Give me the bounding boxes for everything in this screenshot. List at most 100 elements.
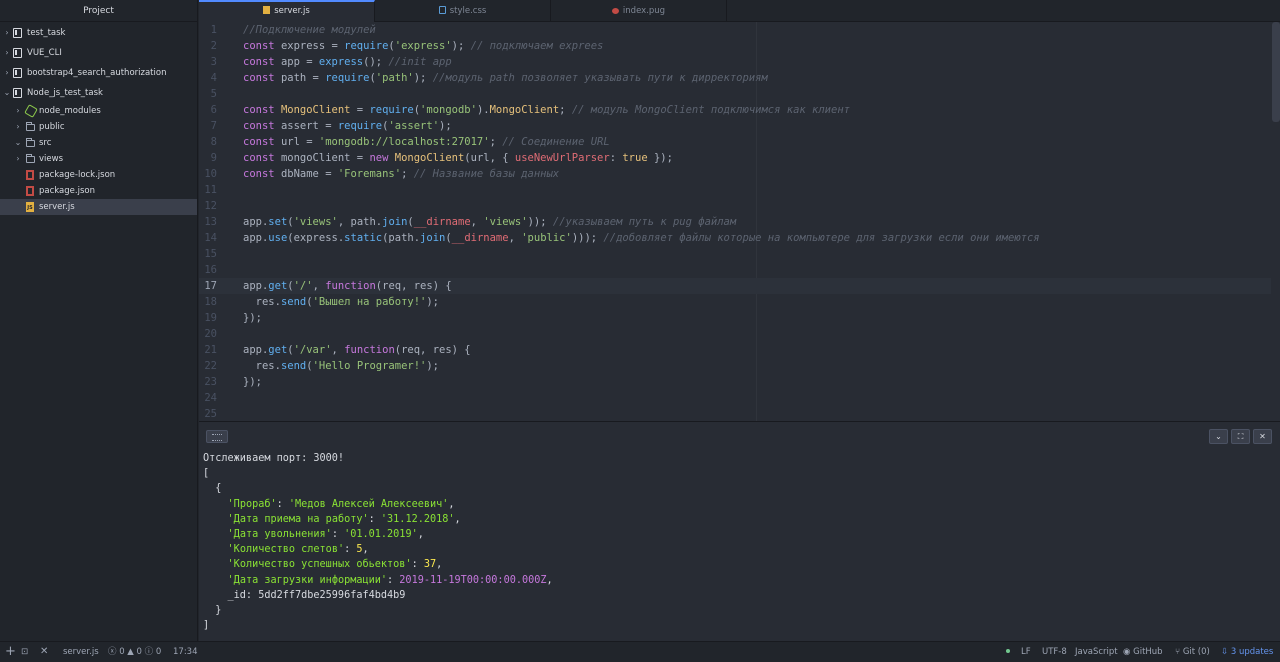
code-line[interactable]: 12	[199, 198, 1271, 214]
code-line[interactable]: 15	[199, 246, 1271, 262]
chevron-right-icon[interactable]: ›	[13, 151, 23, 167]
github-button[interactable]: ◉ GitHub	[1123, 642, 1163, 662]
tree-item-package-json[interactable]: package.json	[0, 183, 197, 199]
code-text[interactable]: });	[243, 374, 262, 390]
chevron-down-icon[interactable]: ⌄	[13, 135, 23, 151]
status-diagnostics[interactable]: ⓧ 0 ▲ 0 ⓘ 0	[108, 642, 161, 662]
line-number[interactable]: 19	[199, 310, 217, 326]
code-text[interactable]: const dbName = 'Foremans'; // Название б…	[243, 166, 559, 182]
line-number[interactable]: 1	[199, 22, 217, 38]
status-file-name[interactable]: server.js	[63, 642, 99, 662]
code-editor[interactable]: 1 //Подключение модулей 2 const express = r…	[199, 22, 1280, 421]
chevron-down-icon[interactable]: ⌄	[1209, 429, 1228, 444]
tree-item-views[interactable]: › views	[0, 151, 197, 167]
code-line[interactable]: 16	[199, 262, 1271, 278]
close-icon[interactable]: ✕	[1253, 429, 1272, 444]
keyboard-icon[interactable]	[206, 430, 228, 443]
chevron-down-icon[interactable]: ⌄	[2, 83, 12, 103]
project-vue-cli[interactable]: › VUE_CLI	[0, 43, 197, 63]
code-line[interactable]: 14 app.use(express.static(path.join(__dir…	[199, 230, 1271, 246]
line-number[interactable]: 13	[199, 214, 217, 230]
line-number[interactable]: 18	[199, 294, 217, 310]
code-text[interactable]: //Подключение модулей	[243, 22, 376, 38]
maximize-icon[interactable]: ⛶	[1231, 429, 1250, 444]
line-number[interactable]: 15	[199, 246, 217, 262]
code-line[interactable]: 19});	[199, 310, 1271, 326]
tree-item-server-js[interactable]: JS server.js	[0, 199, 197, 215]
tree-item-public[interactable]: › public	[0, 119, 197, 135]
project-test-task[interactable]: › test_task	[0, 23, 197, 43]
line-number[interactable]: 7	[199, 118, 217, 134]
line-number[interactable]: 12	[199, 198, 217, 214]
code-line[interactable]: 13 app.set('views', path.join(__dirname, …	[199, 214, 1271, 230]
line-number[interactable]: 21	[199, 342, 217, 358]
line-number[interactable]: 14	[199, 230, 217, 246]
code-line[interactable]: 6 const MongoClient = require('mongodb').…	[199, 102, 1271, 118]
tab-index-pug[interactable]: index.pug	[551, 0, 727, 22]
chevron-right-icon[interactable]: ›	[2, 23, 12, 43]
tab-server-js[interactable]: server.js	[199, 0, 375, 22]
code-line[interactable]: 9 const mongoClient = new MongoClient(url…	[199, 150, 1271, 166]
status-encoding[interactable]: UTF-8	[1042, 642, 1067, 662]
code-text[interactable]: res.send('Hello Programer!');	[243, 358, 439, 374]
line-number[interactable]: 10	[199, 166, 217, 182]
code-line[interactable]: 22 res.send('Hello Programer!');	[199, 358, 1271, 374]
terminal-panel[interactable]: ⌄ ⛶ ✕ Отслеживаем порт: 3000! [ { 'Прораб…	[199, 422, 1280, 641]
code-text[interactable]: app.use(express.static(path.join(__dirna…	[243, 230, 1040, 246]
line-number[interactable]: 24	[199, 390, 217, 406]
line-number[interactable]: 22	[199, 358, 217, 374]
line-number[interactable]: 23	[199, 374, 217, 390]
tree-item-node-modules[interactable]: › node_modules	[0, 103, 197, 119]
line-number[interactable]: 8	[199, 134, 217, 150]
code-line[interactable]: 21 app.get('/var', function(req, res) {	[199, 342, 1271, 358]
chevron-right-icon[interactable]: ›	[13, 103, 23, 119]
code-line[interactable]: 10 const dbName = 'Foremans'; // Название…	[199, 166, 1271, 182]
code-line[interactable]: 20	[199, 326, 1271, 342]
code-line[interactable]: 5	[199, 86, 1271, 102]
code-text[interactable]: });	[243, 310, 262, 326]
code-line[interactable]: 17 app.get('/', function(req, res) {	[199, 278, 1271, 294]
code-line[interactable]: 4 const path = require('path'); //модуль …	[199, 70, 1271, 86]
line-number[interactable]: 6	[199, 102, 217, 118]
tab-style-css[interactable]: style.css	[375, 0, 551, 22]
line-number[interactable]: 25	[199, 406, 217, 421]
code-text[interactable]: app.get('/', function(req, res) {	[243, 278, 452, 294]
code-line[interactable]: 25	[199, 406, 1271, 421]
status-grammar[interactable]: JavaScript	[1075, 642, 1118, 662]
git-button[interactable]: ⑂ Git (0)	[1175, 642, 1210, 662]
chevron-right-icon[interactable]: ›	[2, 43, 12, 63]
editor-scrollbar[interactable]	[1272, 22, 1280, 122]
chevron-right-icon[interactable]: ›	[2, 63, 12, 83]
code-text[interactable]: res.send('Вышел на работу!');	[243, 294, 439, 310]
close-icon[interactable]: ✕	[40, 642, 48, 662]
code-text[interactable]: const express = require('express'); // п…	[243, 38, 603, 54]
line-number[interactable]: 16	[199, 262, 217, 278]
code-text[interactable]: const assert = require('assert');	[243, 118, 452, 134]
code-text[interactable]: const app = express(); //init app	[243, 54, 452, 70]
code-text[interactable]: app.get('/var', function(req, res) {	[243, 342, 471, 358]
code-line[interactable]: 3 const app = express(); //init app	[199, 54, 1271, 70]
code-text[interactable]: const path = require('path'); //модуль p…	[243, 70, 768, 86]
line-number[interactable]: 9	[199, 150, 217, 166]
tree-item-package-lock[interactable]: package-lock.json	[0, 167, 197, 183]
line-number[interactable]: 4	[199, 70, 217, 86]
code-text[interactable]: const url = 'mongodb://localhost:27017';…	[243, 134, 610, 150]
updates-button[interactable]: ⇩ 3 updates	[1221, 642, 1273, 662]
line-number[interactable]: 20	[199, 326, 217, 342]
code-text[interactable]: const mongoClient = new MongoClient(url,…	[243, 150, 673, 166]
code-text[interactable]: app.set('views', path.join(__dirname, 'v…	[243, 214, 736, 230]
line-number[interactable]: 5	[199, 86, 217, 102]
line-number[interactable]: 3	[199, 54, 217, 70]
project-bootstrap4[interactable]: › bootstrap4_search_authorization	[0, 63, 197, 83]
tree-item-src[interactable]: ⌄ src	[0, 135, 197, 151]
code-line[interactable]: 24	[199, 390, 1271, 406]
code-line[interactable]: 1 //Подключение модулей	[199, 22, 1271, 38]
terminal-icon[interactable]: ⊡	[21, 642, 28, 662]
line-number[interactable]: 11	[199, 182, 217, 198]
code-line[interactable]: 11	[199, 182, 1271, 198]
line-number[interactable]: 17	[199, 278, 217, 294]
chevron-right-icon[interactable]: ›	[13, 119, 23, 135]
code-line[interactable]: 18 res.send('Вышел на работу!');	[199, 294, 1271, 310]
plus-icon[interactable]: +	[5, 642, 16, 662]
code-text[interactable]: const MongoClient = require('mongodb').M…	[243, 102, 850, 118]
